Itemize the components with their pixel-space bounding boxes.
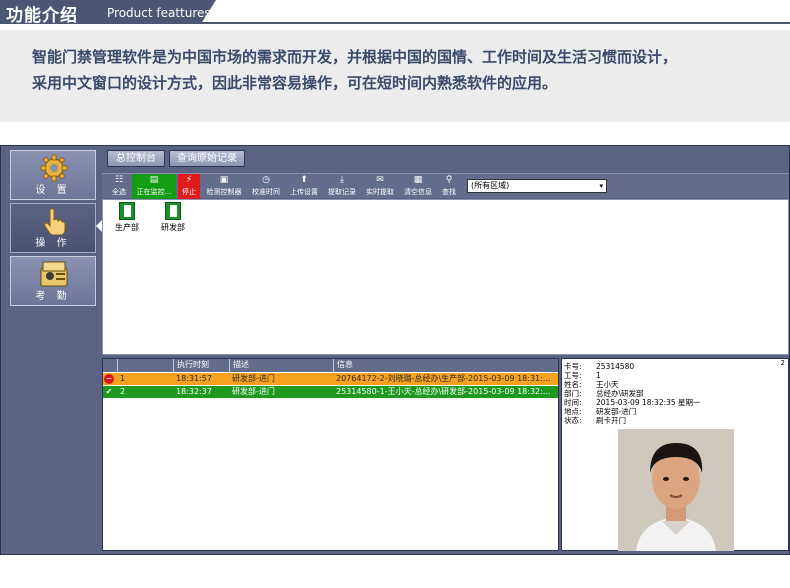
detail-state: 状态: 刷卡开门 (564, 415, 626, 426)
upload-settings-label: 上传设置 (290, 188, 318, 196)
table-row[interactable]: ✔ 2 18:32:37 研发部-进门 25314580-1-王小天-总经办\研… (103, 386, 558, 398)
realtime-fetch-label: 实时提取 (366, 188, 394, 196)
monitor-icon: ▤ (149, 175, 159, 185)
row-desc: 研发部-进门 (232, 387, 275, 396)
table-row[interactable]: − 1 18:31:57 研发部-进门 20764172-2-刘晓璐-总经办\生… (103, 373, 558, 385)
event-log-table: 执行时刻 描述 信息 − 1 18:31:57 研发部-进门 20764172-… (102, 358, 559, 551)
door-icon (165, 202, 181, 220)
door-icon (119, 202, 135, 220)
clear-info-icon: ▦ (413, 175, 423, 185)
select-all-label: 全选 (112, 188, 126, 196)
tab-main-console[interactable]: 总控制台 (107, 150, 165, 167)
door-panel: 生产部 研发部 (102, 199, 789, 355)
search-icon: ⚲ (445, 175, 453, 185)
nav-attendance-label: 考 勤 (35, 291, 71, 302)
fetch-records-button[interactable]: ⤓ 提取记录 (324, 174, 360, 199)
header-title: 功能介绍 (6, 6, 78, 26)
calibrate-time-label: 校准时间 (252, 188, 280, 196)
upload-settings-button[interactable]: ⬆ 上传设置 (286, 174, 322, 199)
door-item[interactable]: 研发部 (153, 202, 193, 233)
description-line-2: 采用中文窗口的设计方式，因此非常容易操作，可在短时间内熟悉软件的应用。 (32, 74, 558, 92)
upload-arrow-icon: ⬆ (300, 175, 308, 185)
portrait-icon (618, 429, 734, 551)
fetch-records-icon: ⤓ (340, 175, 344, 185)
check-controller-label: 检测控制器 (206, 188, 242, 196)
card-detail-panel: 2 卡号: 25314580 工号: 1 姓名: 王小天 部门: 总经办\研发部 时间:… (561, 358, 789, 551)
area-select[interactable]: (所有区域) ▾ (467, 179, 607, 193)
nav-operate-button[interactable]: 操 作 (10, 203, 96, 253)
row-info: 20764172-2-刘晓璐-总经办\生产部-2015-03-09 18:31:… (336, 374, 551, 383)
row-time: 18:31:57 (176, 374, 212, 383)
clock-icon: ◷ (262, 175, 270, 185)
area-select-value: (所有区域) (471, 181, 510, 190)
header-subtitle: Product feattures (107, 6, 211, 20)
table-header: 执行时刻 描述 信息 (103, 359, 558, 372)
realtime-fetch-icon: ✉ (376, 175, 384, 185)
select-all-button[interactable]: ☷ 全选 (108, 174, 130, 199)
sidebar-nav: 设 置 操 作 考 勤 (1, 146, 102, 556)
description-text: 智能门禁管理软件是为中国市场的需求而开发，并根据中国的国情、工作时间及生活习惯而… (32, 44, 782, 96)
door-label: 生产部 (115, 223, 139, 232)
tab-query-raw-records[interactable]: 查询原始记录 (169, 150, 245, 167)
search-label: 查找 (442, 188, 456, 196)
monitoring-label: 正在监控... (136, 188, 172, 196)
check-controller-button[interactable]: ▣ 检测控制器 (202, 174, 246, 199)
stop-icon: ⚡ (185, 175, 193, 185)
header-time[interactable]: 执行时刻 (173, 359, 229, 372)
toolbar: ☷ 全选 ▤ 正在监控... ⚡ 停止 ▣ 检测控制器 ◷ 校准时间 ⬆ 上传设… (102, 173, 789, 199)
nav-settings-label: 设 置 (35, 185, 71, 196)
monitoring-button[interactable]: ▤ 正在监控... (132, 174, 176, 199)
denied-icon: − (104, 374, 114, 384)
check-controller-icon: ▣ (219, 175, 229, 185)
fetch-records-label: 提取记录 (328, 188, 356, 196)
search-button[interactable]: ⚲ 查找 (438, 174, 460, 199)
header-index-col (117, 359, 173, 372)
nav-settings-button[interactable]: 设 置 (10, 150, 96, 200)
detail-state-key: 状态: (564, 416, 582, 425)
calibrate-time-button[interactable]: ◷ 校准时间 (248, 174, 284, 199)
chevron-down-icon: ▾ (599, 182, 603, 190)
door-label: 研发部 (161, 223, 185, 232)
hand-pointer-icon (44, 208, 66, 235)
nav-attendance-button[interactable]: 考 勤 (10, 256, 96, 306)
attendance-card-icon (40, 261, 68, 287)
app-window: 设 置 操 作 考 勤 总控制台 查询原始记录 ☷ 全选 ▤ 正在监控... ⚡… (0, 145, 790, 555)
description-box: 智能门禁管理软件是为中国市场的需求而开发，并根据中国的国情、工作时间及生活习惯而… (0, 30, 790, 122)
clear-info-button[interactable]: ▦ 清空信息 (400, 174, 436, 199)
realtime-fetch-button[interactable]: ✉ 实时提取 (362, 174, 398, 199)
row-index: 1 (120, 374, 126, 383)
gear-icon (40, 154, 68, 182)
detail-state-value: 刷卡开门 (596, 416, 626, 425)
nav-operate-label: 操 作 (35, 238, 71, 249)
door-item[interactable]: 生产部 (107, 202, 147, 233)
row-info: 25314580-1-王小天-总经办\研发部-2015-03-09 18:32:… (336, 387, 551, 396)
employee-photo (618, 429, 734, 551)
row-time: 18:32:37 (176, 387, 212, 396)
stop-button[interactable]: ⚡ 停止 (178, 174, 200, 199)
row-desc: 研发部-进门 (232, 374, 275, 383)
stop-label: 停止 (182, 188, 196, 196)
clear-info-label: 清空信息 (404, 188, 432, 196)
header-info[interactable]: 信息 (333, 359, 558, 372)
detail-count: 2 (780, 359, 785, 367)
header-icon-col (103, 359, 117, 372)
detail-card-no-value: 25314580 (596, 362, 635, 371)
header-desc[interactable]: 描述 (229, 359, 333, 372)
header-banner: 功能介绍 Product feattures (0, 0, 790, 28)
description-line-1: 智能门禁管理软件是为中国市场的需求而开发，并根据中国的国情、工作时间及生活习惯而… (32, 48, 678, 66)
select-all-icon: ☷ (114, 175, 124, 185)
row-index: 2 (120, 387, 126, 396)
check-icon: ✔ (105, 387, 113, 396)
